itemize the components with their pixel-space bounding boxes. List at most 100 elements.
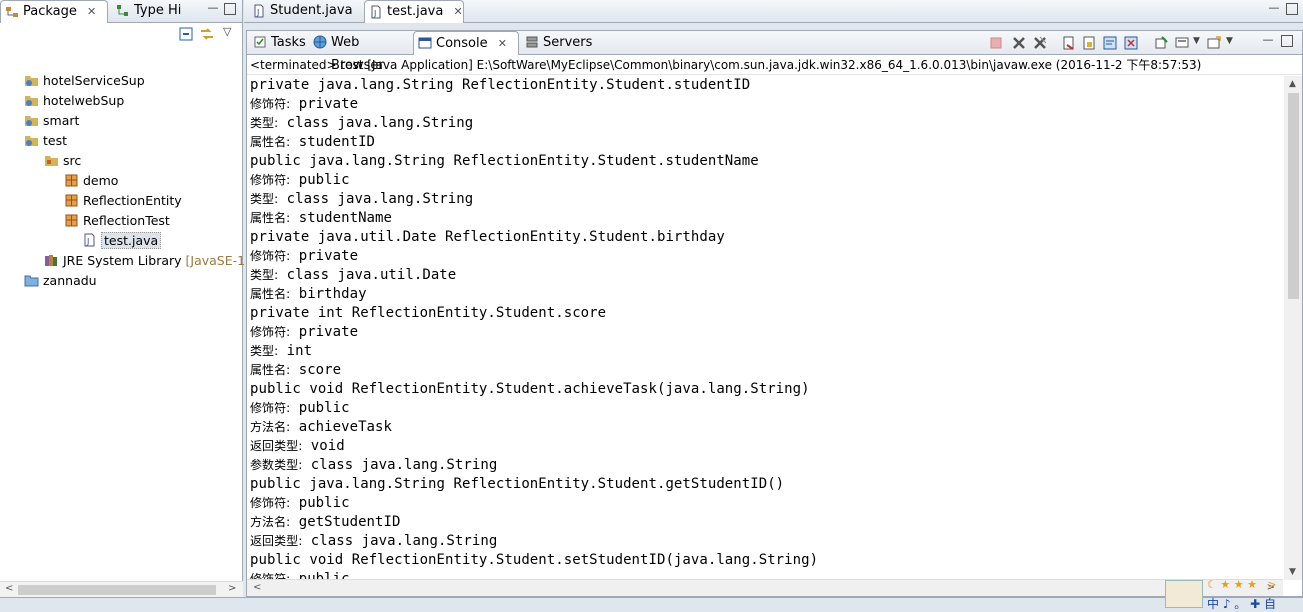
close-icon[interactable]: ✕ bbox=[453, 5, 462, 18]
console-line: 修饰符: public bbox=[250, 494, 1283, 513]
open-console-icon[interactable] bbox=[1207, 36, 1221, 50]
maximize-icon[interactable] bbox=[1286, 3, 1298, 15]
scrollbar-thumb[interactable] bbox=[18, 585, 216, 595]
tree-item-smart[interactable]: smart bbox=[24, 111, 79, 131]
console-line: 返回类型: void bbox=[250, 437, 1283, 456]
tab-web-browser[interactable]: Web Browser bbox=[309, 31, 413, 73]
scroll-up-icon[interactable]: ▲ bbox=[1289, 79, 1296, 89]
scrollbar-thumb[interactable] bbox=[1288, 93, 1299, 299]
project-icon bbox=[25, 116, 38, 126]
console-icon bbox=[418, 37, 432, 49]
maximize-icon[interactable] bbox=[1281, 35, 1293, 47]
console-line-text: public void ReflectionEntity.Student.ach… bbox=[250, 381, 810, 397]
scroll-left-icon[interactable]: < bbox=[253, 582, 261, 593]
svg-text:J: J bbox=[373, 9, 376, 18]
minimize-icon[interactable]: — bbox=[1262, 34, 1274, 47]
editor-tabbar: J Student.java J test.java ✕ — bbox=[244, 0, 1303, 23]
tab-tasks[interactable]: Tasks bbox=[249, 31, 309, 55]
remove-launch-icon[interactable] bbox=[1012, 36, 1026, 50]
console-line: 参数类型: class java.lang.String bbox=[250, 456, 1283, 475]
ime-avatar-icon bbox=[1165, 580, 1203, 608]
terminate-icon[interactable] bbox=[989, 36, 1003, 50]
ime-toolbar[interactable]: ☾ ★ ★ ★ > 中 ♪ 。 ✚ 自 bbox=[1165, 578, 1303, 611]
tree-item-demo[interactable]: demo bbox=[64, 171, 118, 191]
horizontal-scrollbar[interactable]: < > bbox=[247, 579, 1283, 596]
remove-all-terminated-icon[interactable] bbox=[1033, 36, 1047, 50]
console-line-text: public bbox=[290, 495, 350, 511]
scroll-right-icon[interactable]: > bbox=[228, 583, 236, 594]
tab-label: Package bbox=[23, 4, 77, 19]
console-line-text: private bbox=[290, 324, 359, 340]
console-line-text: public bbox=[290, 172, 350, 188]
maximize-icon[interactable] bbox=[224, 3, 236, 15]
tab-label: test.java bbox=[387, 4, 444, 19]
link-with-editor-icon[interactable] bbox=[199, 27, 215, 41]
java-file-icon: J bbox=[371, 5, 381, 19]
tab-label: Tasks bbox=[271, 35, 306, 50]
console-view: Tasks Web Browser Console ✕ Servers ▼ ▼ … bbox=[246, 30, 1303, 597]
close-icon[interactable]: ✕ bbox=[498, 37, 507, 50]
close-icon[interactable]: ✕ bbox=[87, 5, 96, 18]
tree-item-test[interactable]: test bbox=[24, 131, 67, 151]
package-explorer-toolbar: ▽ bbox=[0, 23, 242, 45]
vertical-scrollbar[interactable]: ▲ ▼ bbox=[1284, 76, 1302, 580]
tree-item-hotelwebsup[interactable]: hotelwebSup bbox=[24, 91, 124, 111]
console-line: 属性名: studentID bbox=[250, 133, 1283, 152]
console-line-text: studentID bbox=[290, 134, 376, 150]
tab-type-hierarchy[interactable]: Type Hi bbox=[112, 0, 192, 23]
console-line: 类型: class java.lang.String bbox=[250, 190, 1283, 209]
chevron-down-icon[interactable]: ▼ bbox=[1193, 36, 1200, 46]
package-explorer-icon bbox=[6, 7, 18, 17]
console-line: 修饰符: private bbox=[250, 95, 1283, 114]
show-console-on-output-icon[interactable] bbox=[1103, 36, 1117, 50]
console-line-label: 属性名: bbox=[250, 363, 291, 377]
chevron-down-icon[interactable]: ▼ bbox=[1226, 36, 1233, 46]
servers-icon bbox=[526, 36, 538, 48]
console-line: public void ReflectionEntity.Student.ach… bbox=[250, 380, 1283, 399]
console-line-label: 修饰符: bbox=[250, 173, 291, 187]
tree-item-hotelservicesup[interactable]: hotelServiceSup bbox=[24, 71, 145, 91]
collapse-all-icon[interactable] bbox=[179, 27, 193, 41]
console-line-label: 属性名: bbox=[250, 287, 291, 301]
console-line-label: 返回类型: bbox=[250, 439, 303, 453]
minimize-icon[interactable]: — bbox=[1268, 2, 1280, 15]
clear-console-icon[interactable] bbox=[1062, 36, 1076, 50]
java-file-icon: J bbox=[84, 233, 95, 247]
console-line: 修饰符: private bbox=[250, 323, 1283, 342]
view-menu-icon[interactable]: ▽ bbox=[223, 25, 231, 38]
tab-servers[interactable]: Servers bbox=[521, 31, 595, 55]
console-line-label: 属性名: bbox=[250, 135, 291, 149]
console-line: 修饰符: public bbox=[250, 399, 1283, 418]
show-console-on-error-icon[interactable] bbox=[1124, 36, 1138, 50]
tree-item-src[interactable]: src bbox=[44, 151, 81, 171]
minimize-icon[interactable]: — bbox=[207, 2, 219, 15]
console-line-label: 类型: bbox=[250, 268, 279, 282]
tab-label: Type Hi bbox=[134, 3, 182, 18]
tree-item-reflectionentity[interactable]: ReflectionEntity bbox=[64, 191, 182, 211]
horizontal-scrollbar[interactable]: < > bbox=[0, 581, 243, 597]
tree-item-test-java[interactable]: Jtest.java bbox=[82, 231, 162, 251]
console-line: private int ReflectionEntity.Student.sco… bbox=[250, 304, 1283, 323]
display-selected-console-icon[interactable] bbox=[1175, 36, 1189, 50]
console-line-text: void bbox=[302, 438, 345, 454]
scroll-lock-icon[interactable] bbox=[1082, 36, 1096, 50]
tab-label: Student.java bbox=[270, 3, 353, 18]
console-line-text: achieveTask bbox=[290, 419, 392, 435]
tab-label: Web Browser bbox=[331, 35, 384, 73]
tab-console[interactable]: Console ✕ bbox=[413, 31, 519, 55]
tab-package-explorer[interactable]: Package ✕ bbox=[0, 0, 108, 23]
scroll-down-icon[interactable]: ▼ bbox=[1289, 567, 1296, 577]
console-line: public java.lang.String ReflectionEntity… bbox=[250, 475, 1283, 494]
console-line-text: class java.lang.String bbox=[278, 115, 474, 131]
console-output[interactable]: private java.lang.String ReflectionEntit… bbox=[247, 76, 1283, 580]
tree-item-jre-system-library[interactable]: JRE System Library [JavaSE-1.6 bbox=[44, 251, 257, 271]
tab-student-java[interactable]: J Student.java bbox=[248, 0, 358, 23]
tree-item-reflectiontest[interactable]: ReflectionTest bbox=[64, 211, 170, 231]
pin-console-icon[interactable] bbox=[1154, 36, 1168, 50]
project-icon bbox=[25, 136, 38, 146]
tree-item-zannadu[interactable]: zannadu bbox=[24, 271, 97, 291]
scroll-left-icon[interactable]: < bbox=[5, 583, 13, 594]
console-line: 属性名: score bbox=[250, 361, 1283, 380]
tab-test-java[interactable]: J test.java ✕ bbox=[364, 0, 464, 23]
console-line-text: public void ReflectionEntity.Student.set… bbox=[250, 552, 819, 568]
